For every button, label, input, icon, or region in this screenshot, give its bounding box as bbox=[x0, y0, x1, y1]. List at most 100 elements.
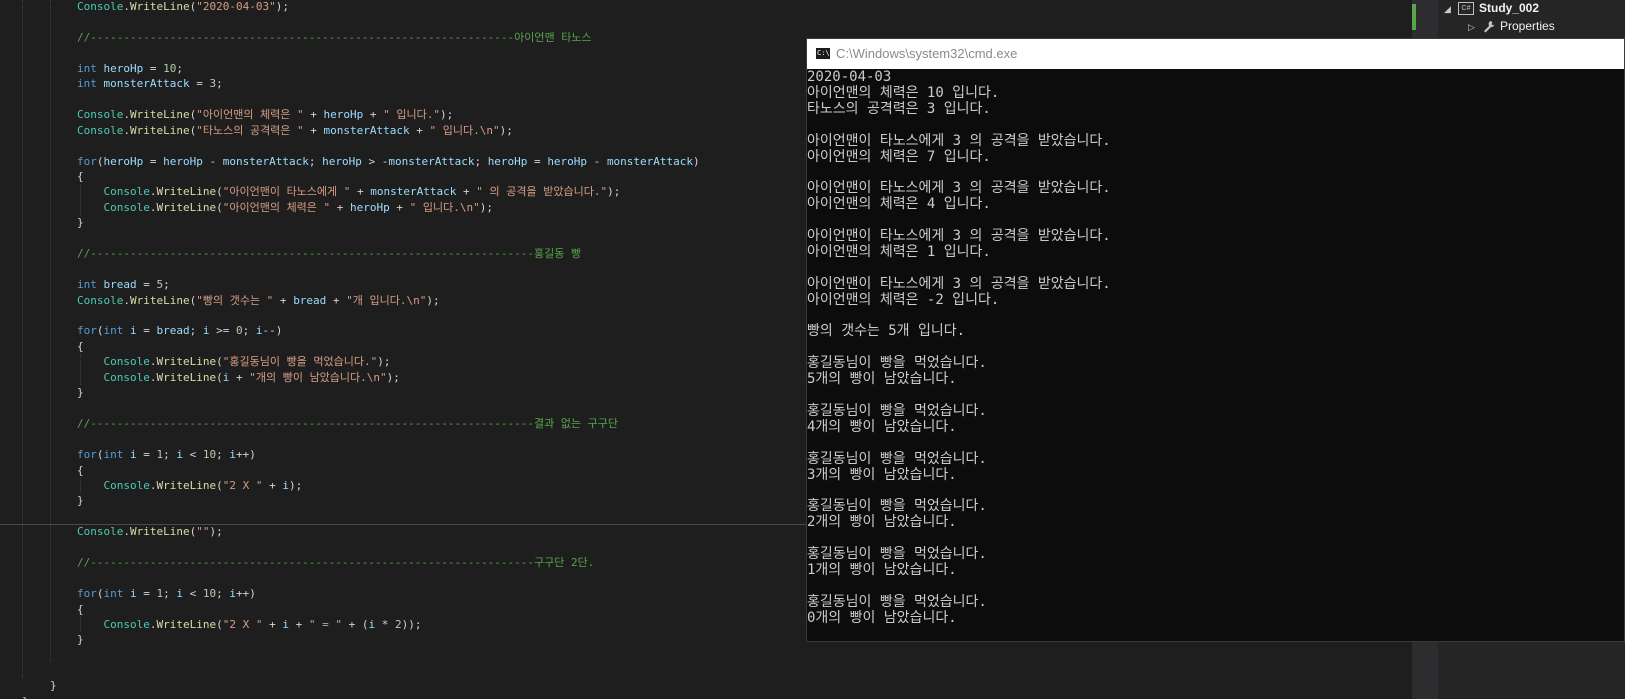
scroll-change-marker bbox=[1412, 4, 1416, 30]
code-token: ); bbox=[386, 370, 400, 384]
code-token: ); bbox=[377, 355, 391, 369]
code-token: + bbox=[262, 618, 283, 631]
code-token: = bbox=[189, 77, 210, 91]
code-token: i bbox=[282, 618, 289, 631]
code-token: WriteLine bbox=[129, 108, 190, 122]
code-token: ++) bbox=[236, 448, 256, 462]
code-token: = bbox=[136, 587, 157, 601]
code-token: "2020-04-03" bbox=[196, 0, 276, 13]
console-line: 아이언맨이 타노스에게 3 의 공격을 받았습니다. bbox=[807, 228, 1111, 244]
console-line: 5개의 빵이 남았습니다. bbox=[807, 371, 957, 388]
code-token: . bbox=[123, 108, 130, 122]
code-token: heroHp bbox=[322, 154, 362, 168]
code-token: > - bbox=[361, 154, 389, 168]
code-token: Console bbox=[103, 370, 150, 384]
code-token: Console bbox=[103, 618, 150, 631]
code-token: "" bbox=[196, 525, 210, 539]
code-token: ( bbox=[96, 154, 104, 168]
code-token: + bbox=[288, 618, 309, 631]
code-token: = bbox=[143, 154, 164, 168]
code-token: ( bbox=[96, 587, 104, 601]
code-token: ; bbox=[163, 587, 177, 601]
code-token: + ( bbox=[341, 618, 369, 631]
code-token: 10 bbox=[163, 61, 177, 75]
code-token: + bbox=[389, 200, 410, 214]
tree-item-label: Properties bbox=[1500, 19, 1555, 33]
code-token: 10 bbox=[202, 448, 217, 462]
code-token: i bbox=[130, 448, 137, 462]
code-token: monsterAttack bbox=[103, 77, 190, 91]
cmd-titlebar[interactable]: C:\ C:\Windows\system32\cmd.exe bbox=[807, 39, 1624, 69]
code-token: "타노스의 공격력은 " bbox=[196, 123, 304, 137]
code-token: heroHp bbox=[323, 108, 364, 122]
code-token: ( bbox=[216, 478, 223, 492]
code-token: Console bbox=[103, 185, 150, 199]
code-token: ); bbox=[288, 478, 303, 492]
code-token: { bbox=[77, 169, 84, 183]
code-token: monsterAttack bbox=[222, 154, 309, 168]
code-token: WriteLine bbox=[156, 478, 217, 492]
code-token: ); bbox=[499, 123, 513, 137]
code-token: heroHp bbox=[547, 154, 588, 168]
console-line: 4개의 빵이 남았습니다. bbox=[807, 418, 957, 435]
code-token: { bbox=[77, 339, 84, 353]
code-token: i bbox=[176, 448, 183, 462]
code-token: "아이언맨이 타노스에게 " bbox=[222, 185, 351, 199]
code-token: i bbox=[229, 448, 236, 462]
code-token: ; bbox=[216, 77, 223, 91]
console-line: 0개의 빵이 남았습니다. bbox=[807, 609, 957, 626]
code-token: i bbox=[229, 587, 236, 601]
code-token: { bbox=[77, 463, 84, 477]
code-token: " 입니다.\n" bbox=[429, 123, 500, 137]
code-token: ; bbox=[176, 61, 183, 75]
code-token: for bbox=[77, 324, 97, 338]
code-token: Console bbox=[103, 355, 150, 369]
code-token: . bbox=[123, 525, 130, 539]
console-line: 아이언맨의 체력은 -2 입니다. bbox=[807, 291, 1000, 308]
console-line: 아이언맨의 체력은 10 입니다. bbox=[807, 84, 1000, 101]
code-token: = bbox=[136, 448, 157, 462]
code-token: . bbox=[123, 0, 130, 13]
code-token: * bbox=[375, 618, 395, 631]
code-token: " 의 공격을 받았습니다." bbox=[476, 185, 608, 199]
indent-guide bbox=[50, 0, 51, 662]
expand-right-icon[interactable]: ▷ bbox=[1468, 18, 1482, 36]
code-token: } bbox=[77, 494, 84, 508]
code-token: Console bbox=[77, 123, 124, 137]
code-token: } bbox=[77, 216, 84, 230]
code-token: ( bbox=[216, 200, 223, 214]
code-token: for bbox=[77, 448, 97, 462]
code-token: Console bbox=[103, 200, 150, 214]
code-token: Console bbox=[77, 108, 124, 122]
code-token: ( bbox=[216, 618, 223, 631]
code-token: "홍길동님이 빵을 먹었습니다." bbox=[222, 355, 378, 369]
code-token: WriteLine bbox=[156, 185, 217, 199]
console-line: 빵의 갯수는 5개 입니다. bbox=[807, 323, 966, 340]
tree-item-project[interactable]: ◢ C# Study_002 bbox=[1444, 0, 1539, 17]
console-line: 타노스의 공격력은 3 입니다. bbox=[807, 100, 991, 117]
code-token: < bbox=[183, 587, 203, 601]
code-token: for bbox=[77, 587, 97, 601]
cmd-window[interactable]: C:\ C:\Windows\system32\cmd.exe 2020-04-… bbox=[806, 38, 1625, 642]
code-token: + bbox=[409, 123, 430, 137]
console-line: 아이언맨의 체력은 1 입니다. bbox=[807, 243, 991, 260]
indent-guide bbox=[80, 477, 81, 494]
code-token: for bbox=[77, 154, 97, 168]
expand-down-icon[interactable]: ◢ bbox=[1444, 0, 1458, 18]
code-token: + bbox=[350, 185, 371, 199]
code-token: ; bbox=[308, 154, 323, 168]
code-token: < bbox=[183, 448, 203, 462]
code-token: heroHp bbox=[163, 154, 203, 168]
indent-guide bbox=[22, 0, 23, 678]
console-line: 2020-04-03 bbox=[807, 69, 892, 85]
tree-item-properties[interactable]: ▷ Properties bbox=[1468, 17, 1555, 35]
code-token: int bbox=[103, 448, 124, 462]
console-line: 아이언맨이 타노스에게 3 의 공격을 받았습니다. bbox=[807, 180, 1111, 197]
code-token: WriteLine bbox=[156, 370, 217, 384]
code-token: bread bbox=[156, 324, 190, 338]
code-token: monsterAttack bbox=[323, 123, 410, 137]
code-token: "2 X " bbox=[222, 478, 263, 492]
